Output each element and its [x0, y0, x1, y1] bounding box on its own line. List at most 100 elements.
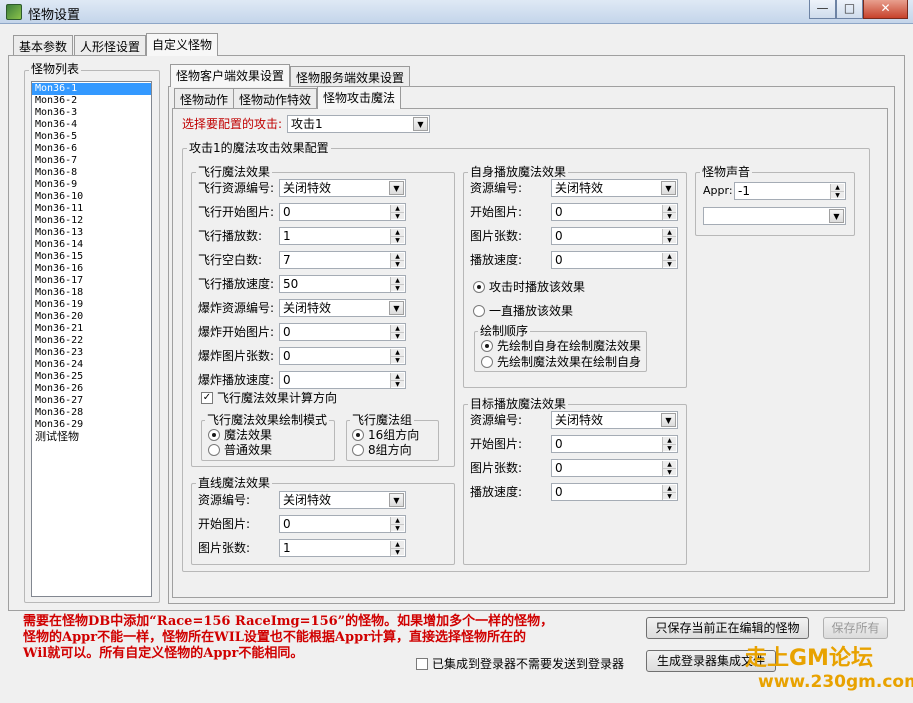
resource-select[interactable]: 关闭特效 ▼ [279, 491, 406, 509]
spin-down-icon[interactable]: ▼ [663, 444, 676, 452]
minimize-button[interactable]: — [809, 0, 836, 19]
number-spinner[interactable]: 0 ▲ ▼ [551, 227, 678, 245]
list-item[interactable]: Mon36-4 [32, 119, 151, 131]
spin-down-icon[interactable]: ▼ [391, 212, 404, 220]
spin-up-icon[interactable]: ▲ [391, 253, 404, 260]
order-magic-first-radio[interactable] [481, 356, 493, 368]
list-item[interactable]: Mon36-2 [32, 95, 151, 107]
list-item[interactable]: Mon36-7 [32, 155, 151, 167]
number-spinner[interactable]: 0 ▲ ▼ [551, 203, 678, 221]
list-item[interactable]: Mon36-8 [32, 167, 151, 179]
tab-client-effect[interactable]: 怪物客户端效果设置 [170, 64, 291, 87]
spin-up-icon[interactable]: ▲ [391, 349, 404, 356]
list-item[interactable]: Mon36-13 [32, 227, 151, 239]
list-item[interactable]: Mon36-20 [32, 311, 151, 323]
save-all-button[interactable]: 保存所有 [823, 617, 888, 639]
tab-humanoid[interactable]: 人形怪设置 [74, 35, 147, 56]
list-item[interactable]: Mon36-17 [32, 275, 151, 287]
order-self-first-radio[interactable] [481, 340, 493, 352]
list-item[interactable]: Mon36-21 [32, 323, 151, 335]
spin-down-icon[interactable]: ▼ [391, 332, 404, 340]
number-spinner[interactable]: 1 ▲ ▼ [279, 539, 406, 557]
number-spinner[interactable]: 7 ▲ ▼ [279, 251, 406, 269]
list-item[interactable]: 测试怪物 [32, 431, 151, 443]
integrated-checkbox[interactable] [416, 658, 428, 670]
number-spinner[interactable]: 0 ▲ ▼ [551, 483, 678, 501]
resource-select[interactable]: 关闭特效 ▼ [551, 411, 678, 429]
spin-down-icon[interactable]: ▼ [663, 468, 676, 476]
number-spinner[interactable]: 0 ▲ ▼ [551, 251, 678, 269]
close-button[interactable]: ✕ [863, 0, 908, 19]
resource-select[interactable]: 关闭特效 ▼ [279, 179, 406, 197]
play-on-attack-radio[interactable] [473, 281, 485, 293]
list-item[interactable]: Mon36-15 [32, 251, 151, 263]
draw-mode-normal-radio[interactable] [208, 444, 220, 456]
spin-down-icon[interactable]: ▼ [663, 492, 676, 500]
tab-custom-monster[interactable]: 自定义怪物 [146, 33, 219, 56]
list-item[interactable]: Mon36-9 [32, 179, 151, 191]
list-item[interactable]: Mon36-3 [32, 107, 151, 119]
spin-up-icon[interactable]: ▲ [391, 229, 404, 236]
list-item[interactable]: Mon36-26 [32, 383, 151, 395]
list-item[interactable]: Mon36-23 [32, 347, 151, 359]
number-spinner[interactable]: 1 ▲ ▼ [279, 227, 406, 245]
attack-select[interactable]: 攻击1 ▼ [287, 115, 430, 133]
spin-up-icon[interactable]: ▲ [663, 437, 676, 444]
spin-down-icon[interactable]: ▼ [663, 260, 676, 268]
list-item[interactable]: Mon36-27 [32, 395, 151, 407]
group-8-radio[interactable] [352, 444, 364, 456]
maximize-button[interactable]: □ [836, 0, 863, 19]
spin-up-icon[interactable]: ▲ [391, 205, 404, 212]
tab-server-effect[interactable]: 怪物服务端效果设置 [290, 66, 411, 87]
spin-down-icon[interactable]: ▼ [831, 191, 844, 199]
spin-down-icon[interactable]: ▼ [391, 260, 404, 268]
play-always-radio[interactable] [473, 305, 485, 317]
list-item[interactable]: Mon36-22 [32, 335, 151, 347]
spin-up-icon[interactable]: ▲ [391, 373, 404, 380]
list-item[interactable]: Mon36-25 [32, 371, 151, 383]
monster-listbox[interactable]: Mon36-1 Mon36-2 Mon36-3 Mon36-4 Mon36-5 Mon36… [31, 81, 152, 597]
tab-attack-magic[interactable]: 怪物攻击魔法 [317, 86, 402, 109]
list-item[interactable]: Mon36-14 [32, 239, 151, 251]
spin-down-icon[interactable]: ▼ [391, 236, 404, 244]
number-spinner[interactable]: 0 ▲ ▼ [551, 459, 678, 477]
list-item[interactable]: Mon36-12 [32, 215, 151, 227]
spin-down-icon[interactable]: ▼ [391, 548, 404, 556]
spin-up-icon[interactable]: ▲ [663, 229, 676, 236]
spin-up-icon[interactable]: ▲ [391, 541, 404, 548]
tab-monster-action[interactable]: 怪物动作 [174, 88, 235, 109]
number-spinner[interactable]: 50 ▲ ▼ [279, 275, 406, 293]
spin-down-icon[interactable]: ▼ [391, 524, 404, 532]
spin-up-icon[interactable]: ▲ [663, 205, 676, 212]
spin-up-icon[interactable]: ▲ [831, 184, 844, 191]
spin-down-icon[interactable]: ▼ [663, 212, 676, 220]
list-item[interactable]: Mon36-24 [32, 359, 151, 371]
tab-basic-params[interactable]: 基本参数 [13, 35, 74, 56]
calc-direction-checkbox[interactable]: ✓ [201, 392, 213, 404]
list-item[interactable]: Mon36-1 [32, 83, 151, 95]
spin-up-icon[interactable]: ▲ [391, 277, 404, 284]
list-item[interactable]: Mon36-28 [32, 407, 151, 419]
spin-down-icon[interactable]: ▼ [391, 356, 404, 364]
spin-down-icon[interactable]: ▼ [391, 284, 404, 292]
spin-up-icon[interactable]: ▲ [663, 485, 676, 492]
spin-down-icon[interactable]: ▼ [391, 380, 404, 388]
spin-up-icon[interactable]: ▲ [663, 461, 676, 468]
spin-up-icon[interactable]: ▲ [663, 253, 676, 260]
list-item[interactable]: Mon36-6 [32, 143, 151, 155]
number-spinner[interactable]: 0 ▲ ▼ [279, 371, 406, 389]
list-item[interactable]: Mon36-10 [32, 191, 151, 203]
spin-up-icon[interactable]: ▲ [391, 325, 404, 332]
spin-up-icon[interactable]: ▲ [391, 517, 404, 524]
tab-action-effect[interactable]: 怪物动作特效 [233, 88, 318, 109]
number-spinner[interactable]: 0 ▲ ▼ [551, 435, 678, 453]
number-spinner[interactable]: 0 ▲ ▼ [279, 323, 406, 341]
number-spinner[interactable]: 0 ▲ ▼ [279, 515, 406, 533]
number-spinner[interactable]: 0 ▲ ▼ [279, 203, 406, 221]
resource-select[interactable]: 关闭特效 ▼ [551, 179, 678, 197]
list-item[interactable]: Mon36-18 [32, 287, 151, 299]
list-item[interactable]: Mon36-11 [32, 203, 151, 215]
list-item[interactable]: Mon36-16 [32, 263, 151, 275]
group-16-radio[interactable] [352, 429, 364, 441]
appr-spinner[interactable]: -1 ▲ ▼ [734, 182, 846, 200]
